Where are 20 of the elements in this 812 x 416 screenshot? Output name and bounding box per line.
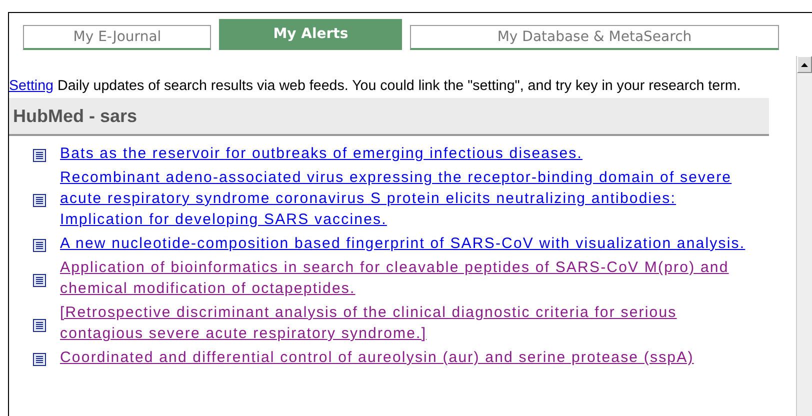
article-link[interactable]: Bats as the reservoir for outbreaks of emerging infectious diseases.: [60, 143, 583, 164]
document-icon: [33, 353, 46, 366]
article-link[interactable]: A new nucleotide-composition based fingerprint of SARS-CoV with visualization analysis.: [60, 233, 746, 254]
tab[interactable]: My Database & MetaSearch: [410, 25, 779, 50]
tab[interactable]: My E-Journal: [23, 25, 212, 50]
document-icon: [33, 239, 46, 252]
document-icon: [33, 149, 46, 162]
setting-link[interactable]: Setting: [9, 78, 54, 94]
document-icon: [33, 318, 46, 332]
document-icon: [33, 274, 46, 286]
scrollbar[interactable]: [796, 56, 812, 416]
article-link[interactable]: Application of bioinformatics in search for cleavable peptides of SARS-CoV M(pro) and chemical modification of octapeptides.: [60, 257, 753, 299]
article-link[interactable]: Coordinated and differential control of aureolysin (aur) and serine protease (sspA): [60, 347, 694, 368]
intro-text: Daily updates of search results via web feeds. You could link the "setting", and try key in your research term.: [58, 78, 741, 94]
article-link[interactable]: [Retrospective discriminant analysis of the clinical diagnostic criteria for serious contagious severe acute respiratory syndrome.]: [60, 302, 753, 344]
document-icon: [33, 194, 46, 207]
feed-title: HubMed - sars: [13, 106, 138, 126]
scroll-up-button[interactable]: [797, 56, 812, 73]
article-link[interactable]: Recombinant adeno-associated virus expressing the receptor-binding domain of severe acute respiratory syndrome coronavirus S protein elicits neutralizing antibodies: Implication for developing SARS vaccines.: [60, 167, 753, 230]
up-arrow-icon: [801, 62, 808, 66]
